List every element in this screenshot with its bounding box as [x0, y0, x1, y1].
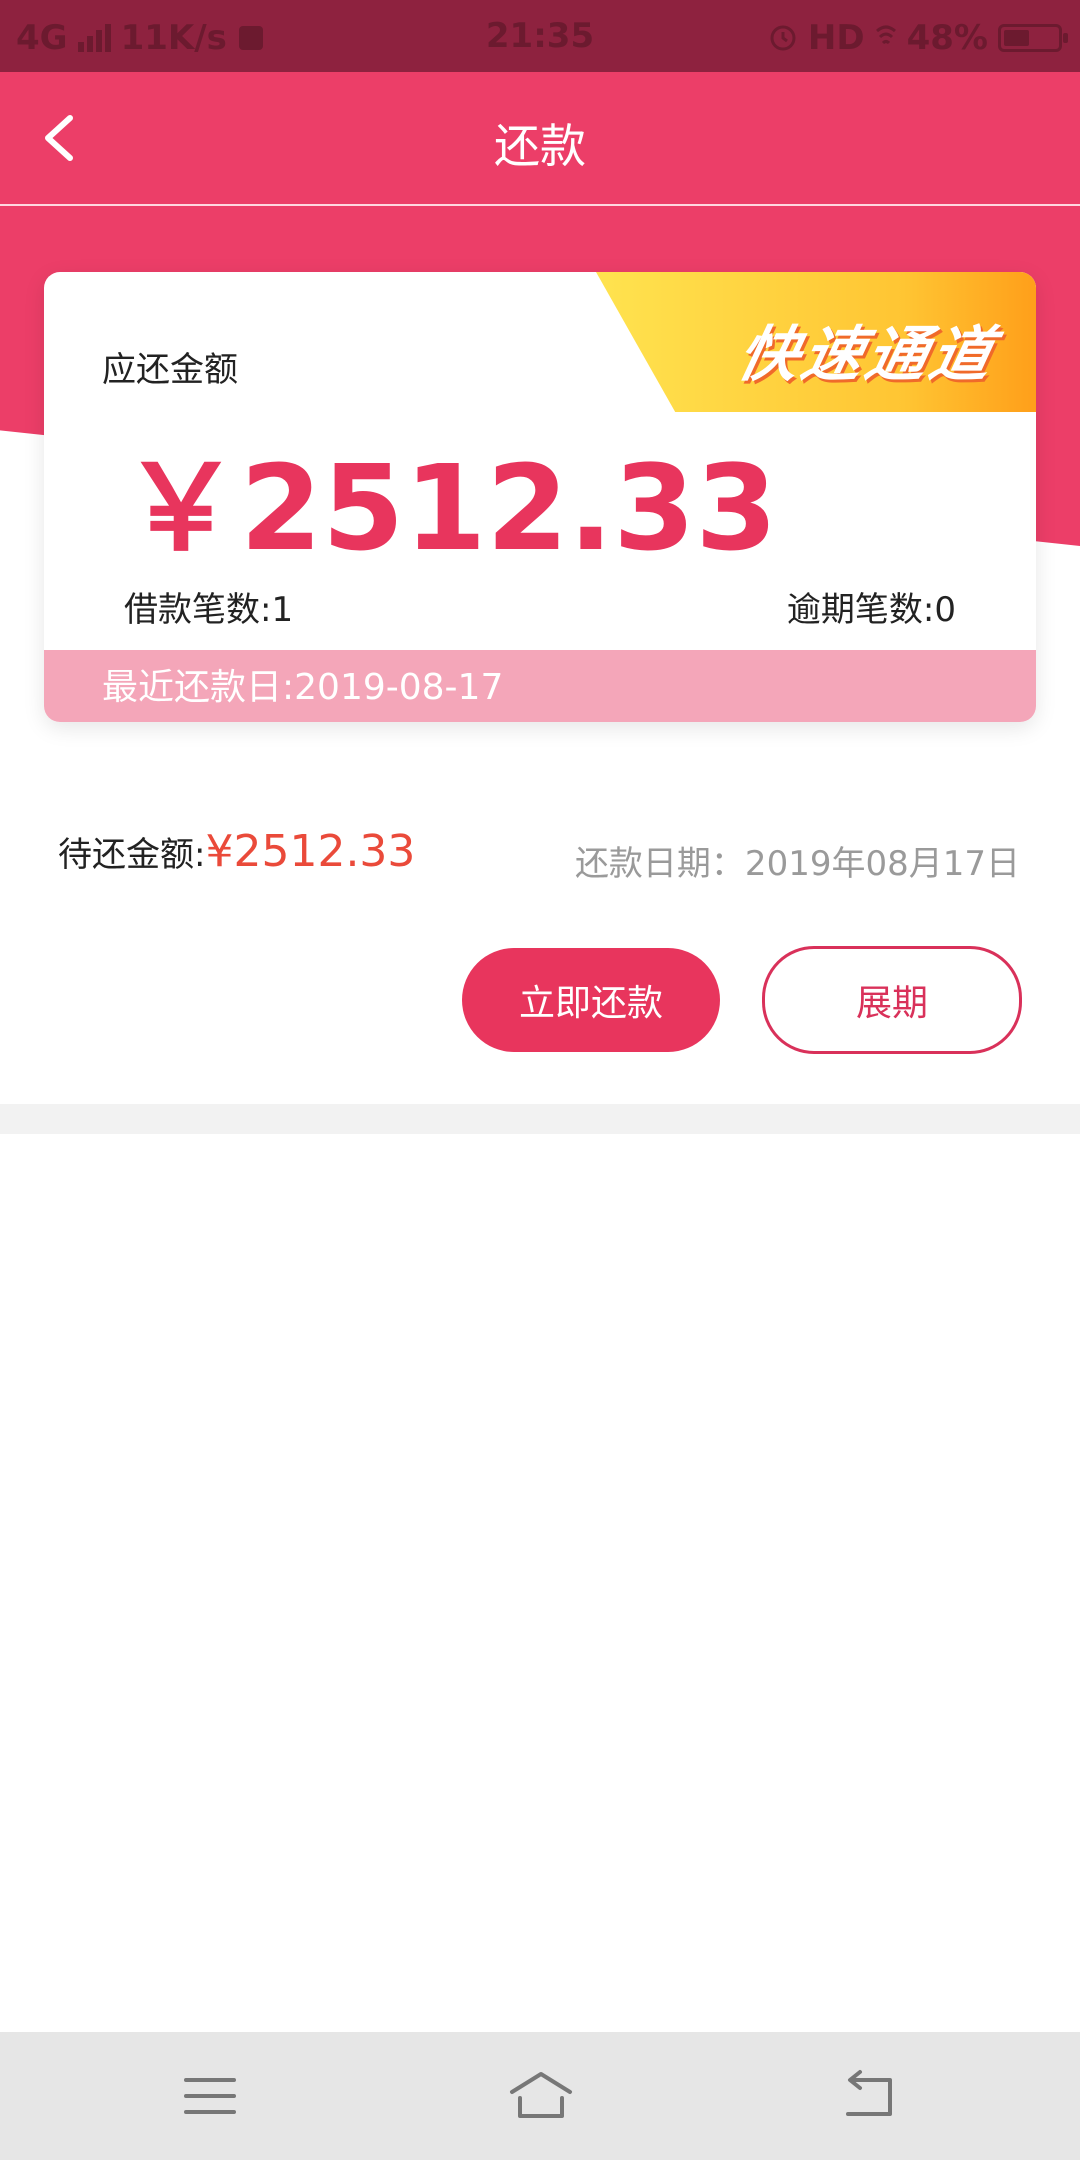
repayment-date: 还款日期：2019年08月17日	[574, 844, 1020, 884]
header-bar: 还款	[0, 72, 1080, 206]
battery-icon	[998, 24, 1068, 52]
loan-count: 借款笔数:1	[124, 590, 294, 630]
hd-indicator: HD	[807, 18, 865, 58]
page-title: 还款	[494, 119, 586, 173]
repayment-summary-card: 快速通道 应还金额 ￥2512.33 借款笔数:1 逾期笔数:0 最近还款日:2…	[44, 272, 1036, 722]
alarm-icon	[770, 25, 796, 51]
back-icon[interactable]	[840, 2068, 900, 2124]
system-nav-bar	[0, 2032, 1080, 2160]
pending-amount-value: ¥2512.33	[205, 826, 416, 877]
battery-percent: 48%	[906, 18, 988, 58]
due-amount-value: ￥2512.33	[122, 439, 778, 577]
recent-repayment-strip: 最近还款日:2019-08-17	[44, 650, 1036, 722]
status-bar: 4G 11K/s 21:35 HD 48%	[0, 0, 1080, 72]
overdue-count: 逾期笔数:0	[786, 590, 956, 630]
status-right: HD 48%	[768, 18, 1068, 58]
repay-now-button[interactable]: 立即还款	[462, 948, 720, 1052]
due-amount-label: 应还金额	[102, 350, 238, 390]
fast-channel-badge[interactable]: 快速通道	[596, 272, 1036, 412]
pending-amount-row: 待还金额:¥2512.33	[58, 826, 415, 877]
wifi-icon	[875, 25, 896, 45]
recent-repayment-date: 最近还款日:2019-08-17	[102, 667, 504, 708]
extend-button[interactable]: 展期	[762, 946, 1022, 1054]
section-divider	[0, 1104, 1080, 1134]
menu-icon[interactable]	[180, 2068, 240, 2124]
fast-channel-label: 快速通道	[731, 320, 1003, 390]
pending-amount-label: 待还金额:	[58, 835, 206, 875]
home-icon[interactable]	[508, 2068, 574, 2124]
